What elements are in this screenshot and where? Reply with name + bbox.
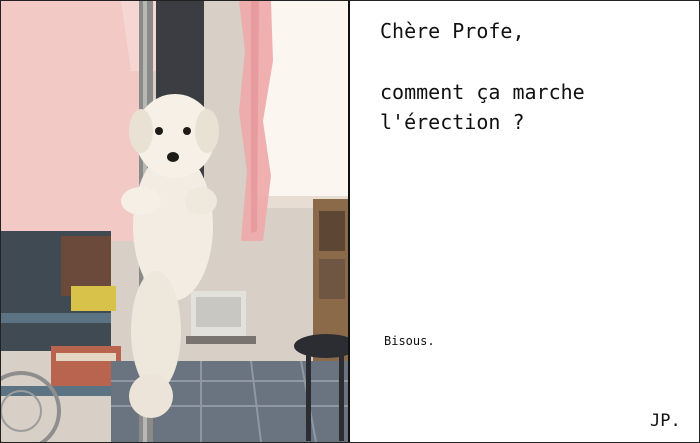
meme-frame: Chère Profe, comment ça marche l'érectio… — [0, 0, 700, 443]
closing-text: Bisous. — [384, 334, 435, 348]
question-line-1: comment ça marche — [380, 80, 585, 104]
question-line-2: l'érection ? — [380, 110, 525, 134]
dog-photo — [1, 1, 350, 442]
note-card: Chère Profe, comment ça marche l'érectio… — [350, 1, 699, 442]
greeting-text: Chère Profe, — [380, 19, 525, 43]
question-text: comment ça marche l'érection ? — [380, 77, 585, 137]
signature-text: JP. — [650, 411, 681, 431]
